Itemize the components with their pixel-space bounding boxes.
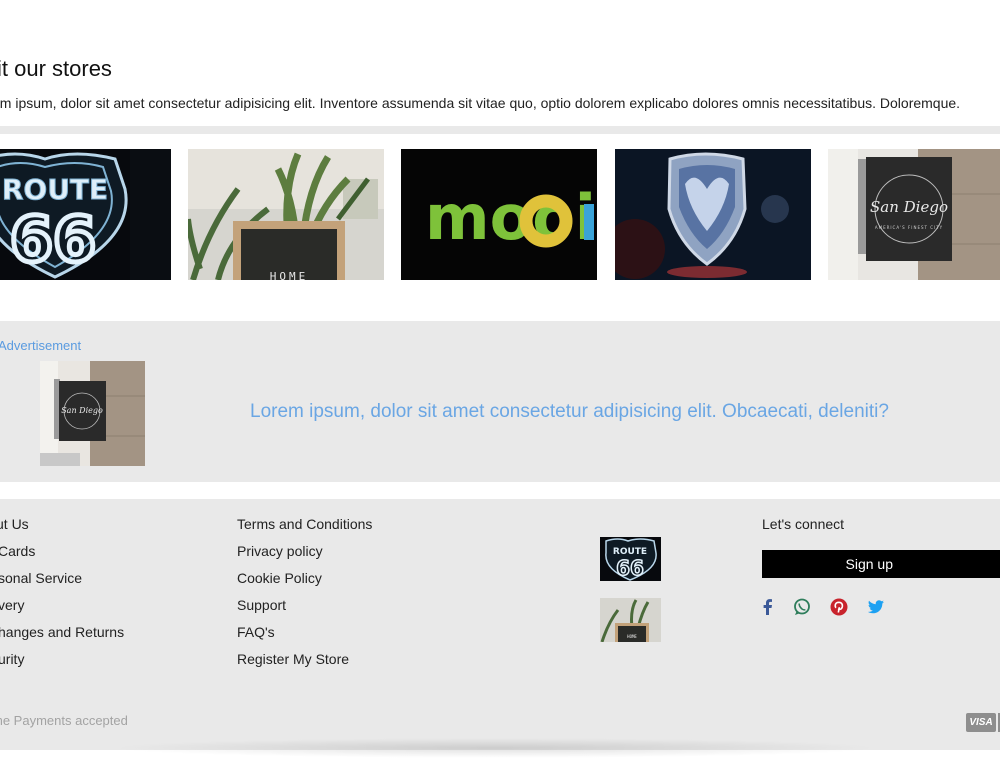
bottom-shadow <box>110 738 880 758</box>
twitter-icon[interactable] <box>866 597 886 617</box>
svg-text:AMERICA'S FINEST CITY: AMERICA'S FINEST CITY <box>875 225 943 230</box>
footer-link-register-store[interactable]: Register My Store <box>237 651 349 667</box>
ram-emblem-image <box>615 149 811 280</box>
footer-link-support[interactable]: Support <box>237 597 286 613</box>
facebook-icon[interactable] <box>758 597 778 617</box>
store-card-mooi[interactable]: mooi <box>401 149 597 280</box>
footer-link[interactable]: Cards <box>0 543 35 559</box>
footer-link-faq[interactable]: FAQ's <box>237 624 275 640</box>
svg-text:HOME: HOME <box>627 634 637 639</box>
advertisement-image[interactable]: San Diego <box>40 361 145 466</box>
signup-button[interactable]: Sign up <box>762 550 1000 578</box>
advertisement-text[interactable]: Lorem ipsum, dolor sit amet consectetur … <box>250 401 889 423</box>
footer-link[interactable]: ut Us <box>0 516 29 532</box>
footer-thumb-route-66[interactable]: ROUTE 66 <box>600 537 661 581</box>
payments-accepted-text: me Payments accepted <box>0 713 128 728</box>
store-card-san-diego[interactable]: San Diego AMERICA'S FINEST CITY <box>828 149 1000 280</box>
plants-thumb-image: HOME <box>600 598 661 642</box>
store-card-ram[interactable] <box>615 149 811 280</box>
svg-text:ROUTE: ROUTE <box>2 173 108 206</box>
section-title: sit our stores <box>0 56 112 81</box>
advertisement-label: Advertisement <box>0 338 82 353</box>
footer-thumb-plants[interactable]: HOME <box>600 598 661 642</box>
route-66-thumb-image: ROUTE 66 <box>600 537 661 581</box>
footer-link[interactable]: very <box>0 597 24 613</box>
footer-link-terms[interactable]: Terms and Conditions <box>237 516 372 532</box>
san-diego-ad-image: San Diego <box>40 361 145 466</box>
footer-link[interactable]: urity <box>0 651 24 667</box>
svg-text:San Diego: San Diego <box>870 198 948 216</box>
footer-link-cookies[interactable]: Cookie Policy <box>237 570 322 586</box>
footer-link[interactable]: sonal Service <box>0 570 82 586</box>
whatsapp-icon[interactable] <box>792 597 812 617</box>
svg-text:HOME: HOME <box>270 270 309 280</box>
divider-band <box>0 126 1000 134</box>
footer <box>0 499 1000 750</box>
section-intro: em ipsum, dolor sit amet consectetur adi… <box>0 95 961 111</box>
san-diego-image: San Diego AMERICA'S FINEST CITY <box>828 149 1000 280</box>
store-card-route-66[interactable]: ROUTE 66 <box>0 149 171 280</box>
visa-badge: VISA <box>966 713 996 732</box>
svg-text:66: 66 <box>10 203 96 276</box>
mooi-image: mooi <box>401 149 597 280</box>
plants-image: HOME <box>188 149 384 280</box>
pinterest-icon[interactable] <box>829 597 849 617</box>
connect-label: Let's connect <box>762 516 845 532</box>
store-card-plants[interactable]: HOME <box>188 149 384 280</box>
svg-text:San Diego: San Diego <box>61 406 103 415</box>
route-66-image: ROUTE 66 <box>0 149 171 280</box>
footer-link-privacy[interactable]: Privacy policy <box>237 543 323 559</box>
footer-link[interactable]: hanges and Returns <box>0 624 124 640</box>
svg-text:66: 66 <box>616 556 644 580</box>
